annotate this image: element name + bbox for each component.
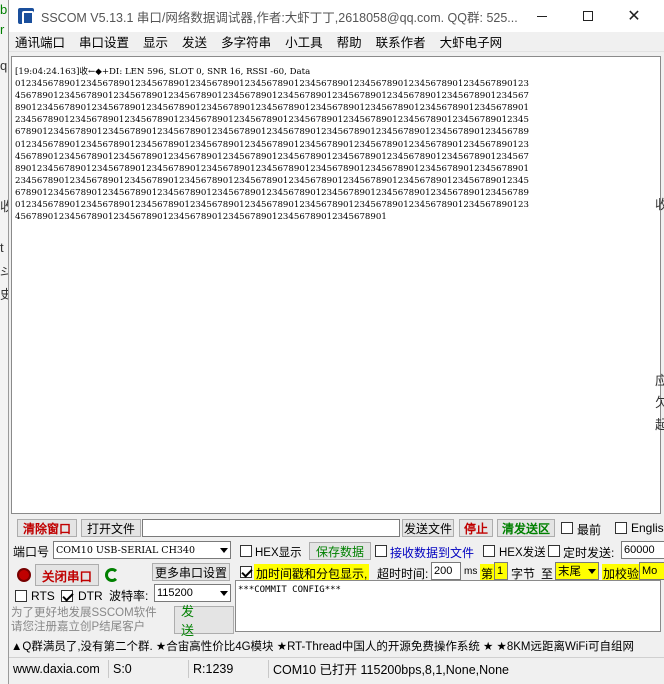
sscom-window: SSCOM V5.13.1 串口/网络数据调试器,作者:大虾丁丁,2618058… xyxy=(8,0,664,684)
menu-website[interactable]: 大虾电子网 xyxy=(440,32,503,51)
maximize-icon xyxy=(583,11,593,21)
receive-line: 4567890123456789012345678901234567890123… xyxy=(15,212,387,223)
status-received-count: R:1239 xyxy=(189,659,269,678)
receive-line: 2345678901234567890123456789012345678901… xyxy=(15,175,529,186)
send-input-text: ***COMMIT CONFIG*** xyxy=(238,585,341,595)
promo-text[interactable]: 为了更好地发展SSCOM软件 请您注册嘉立创P结尾客户 xyxy=(11,606,166,634)
bg-char: 起 xyxy=(655,417,664,432)
baud-label: 波特率: xyxy=(109,589,149,603)
menu-port[interactable]: 通讯端口 xyxy=(15,32,65,51)
nth-byte-input[interactable]: 1 xyxy=(494,562,508,580)
port-label: 端口号 xyxy=(13,545,50,559)
receive-area[interactable]: [19:04:24.163]收←◆+DI: LEN 596, SLOT 0, S… xyxy=(11,56,661,514)
app-icon xyxy=(18,8,34,25)
status-port: COM10 已打开 115200bps,8,1,None,None xyxy=(273,663,510,677)
promo-line: 为了更好地发展SSCOM软件 xyxy=(11,607,157,619)
file-path-input[interactable] xyxy=(142,519,400,537)
save-data-button[interactable]: 保存数据 xyxy=(309,542,371,560)
bg-char: 应 xyxy=(655,373,664,388)
close-icon: ✕ xyxy=(627,8,641,25)
chevron-down-icon xyxy=(588,569,596,574)
hex-display-checkbox[interactable] xyxy=(240,545,252,557)
timed-send-input[interactable]: 60000 xyxy=(621,541,664,559)
more-serial-settings-button[interactable]: 更多串口设置 xyxy=(152,563,230,581)
minimize-icon xyxy=(537,15,547,17)
maximize-button[interactable] xyxy=(565,0,611,32)
minimize-button[interactable] xyxy=(519,0,565,32)
stop-button[interactable]: 停止 xyxy=(459,519,493,537)
hex-send-label: HEX发送 xyxy=(499,547,546,559)
menu-serial-settings[interactable]: 串口设置 xyxy=(79,32,129,51)
ms-label: ms xyxy=(464,566,478,577)
status-site[interactable]: www.daxia.com xyxy=(9,659,109,678)
timed-send-checkbox[interactable] xyxy=(548,545,560,557)
end-select-value: 末尾 xyxy=(558,566,581,578)
menu-bar: 通讯端口 串口设置 显示 发送 多字符串 小工具 帮助 联系作者 大虾电子网 xyxy=(9,32,664,52)
receive-line: 6789012345678901234567890123456789012345… xyxy=(15,187,529,198)
bg-char: 收 xyxy=(655,197,664,212)
ad-ticker[interactable]: ▲Q群满员了,没有第二个群. ★合宙高性价比4G模块 ★RT-Thread中国人… xyxy=(9,636,664,656)
clear-window-button[interactable]: 清除窗口 xyxy=(17,519,77,537)
chevron-down-icon xyxy=(220,548,228,553)
open-file-button[interactable]: 打开文件 xyxy=(81,519,141,537)
refresh-icon[interactable] xyxy=(105,568,119,582)
end-select[interactable]: 末尾 xyxy=(555,562,599,580)
menu-display[interactable]: 显示 xyxy=(143,32,168,51)
rts-checkbox[interactable] xyxy=(15,590,27,602)
receive-line: 8901234567890123456789012345678901234567… xyxy=(15,163,529,174)
menu-help[interactable]: 帮助 xyxy=(337,32,362,51)
receive-line: 8901234567890123456789012345678901234567… xyxy=(15,103,529,114)
rts-label: RTS xyxy=(31,589,55,603)
dtr-label: DTR xyxy=(78,589,103,603)
menu-send[interactable]: 发送 xyxy=(182,32,207,51)
receive-line: 6789012345678901234567890123456789012345… xyxy=(15,127,529,138)
hex-display-label: HEX显示 xyxy=(255,547,302,559)
recv-to-file-checkbox[interactable] xyxy=(375,545,387,557)
chevron-down-icon xyxy=(220,591,228,596)
baud-select[interactable]: 115200 xyxy=(154,584,231,602)
receive-line: 0123456789012345678901234567890123456789… xyxy=(15,200,529,211)
title-bar[interactable]: SSCOM V5.13.1 串口/网络数据调试器,作者:大虾丁丁,2618058… xyxy=(9,0,664,32)
close-button[interactable]: ✕ xyxy=(611,0,657,32)
status-bar: www.daxia.com S:0 R:1239 COM10 已打开 11520… xyxy=(9,657,664,679)
port-status-icon xyxy=(17,568,31,582)
status-sent-count: S:0 xyxy=(109,659,189,678)
timeout-input[interactable]: 200 xyxy=(431,562,461,580)
dtr-checkbox[interactable] xyxy=(61,590,73,602)
english-checkbox[interactable] xyxy=(615,522,627,534)
bg-char: t xyxy=(0,240,4,255)
bg-char: b xyxy=(0,2,8,17)
send-file-button[interactable]: 发送文件 xyxy=(402,519,454,537)
menu-multi-string[interactable]: 多字符串 xyxy=(221,32,271,51)
send-button[interactable]: 发 送 xyxy=(174,604,234,638)
clear-send-button[interactable]: 清发送区 xyxy=(497,519,555,537)
receive-line: [19:04:24.163]收←◆+DI: LEN 596, SLOT 0, S… xyxy=(15,67,311,77)
window-title: SSCOM V5.13.1 串口/网络数据调试器,作者:大虾丁丁,2618058… xyxy=(41,10,518,25)
checksum-select[interactable]: Mo xyxy=(639,562,664,580)
port-select[interactable]: COM10 USB-SERIAL CH340 xyxy=(53,541,231,559)
receive-line: 0123456789012345678901234567890123456789… xyxy=(15,139,529,150)
baud-select-value: 115200 xyxy=(157,587,193,599)
send-input[interactable]: ***COMMIT CONFIG*** xyxy=(235,580,661,632)
recv-to-file-label: 接收数据到文件 xyxy=(390,546,475,560)
always-on-top-checkbox[interactable] xyxy=(561,522,573,534)
receive-line: 4567890123456789012345678901234567890123… xyxy=(15,151,529,162)
promo-line: 请您注册嘉立创P结尾客户 xyxy=(11,621,146,633)
menu-tools[interactable]: 小工具 xyxy=(285,32,323,51)
receive-line: 4567890123456789012345678901234567890123… xyxy=(15,91,529,102)
receive-line: 2345678901234567890123456789012345678901… xyxy=(15,115,529,126)
receive-line: 0123456789012345678901234567890123456789… xyxy=(15,79,529,90)
timed-send-label: 定时发送: xyxy=(563,546,615,560)
bg-char: q xyxy=(0,58,8,73)
always-on-top-label: 最前 xyxy=(577,523,602,537)
timestamp-checkbox[interactable] xyxy=(240,566,252,578)
close-port-button[interactable]: 关闭串口 xyxy=(35,564,99,586)
english-label: English xyxy=(631,521,664,535)
bg-char: 欠 xyxy=(655,395,664,410)
hex-send-checkbox[interactable] xyxy=(483,545,495,557)
port-select-value: COM10 USB-SERIAL CH340 xyxy=(56,544,195,556)
menu-contact[interactable]: 联系作者 xyxy=(376,32,426,51)
bg-char: r xyxy=(0,22,5,37)
